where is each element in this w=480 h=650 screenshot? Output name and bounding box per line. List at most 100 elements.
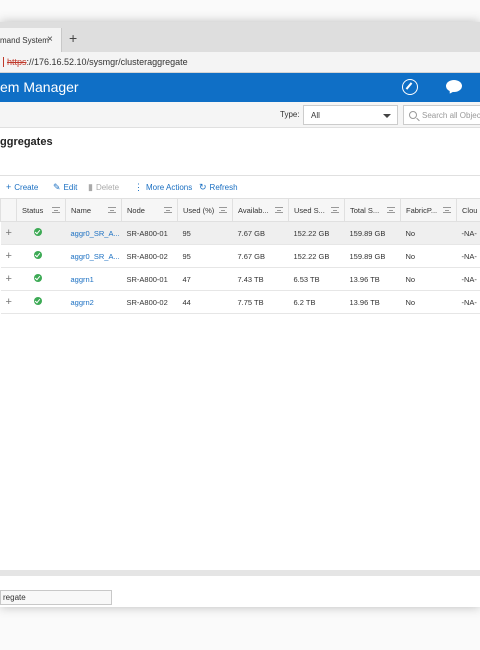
table-row[interactable]: + aggr0_SR_A... SR-A800-02 95 7.67 GB 15… <box>0 244 480 268</box>
node-cell: SR-A800-01 <box>121 267 178 291</box>
browser-tab[interactable]: mand System × <box>0 28 62 52</box>
node-cell: SR-A800-01 <box>121 221 178 245</box>
fabricpool-cell: No <box>400 221 457 245</box>
close-icon[interactable]: × <box>47 34 53 45</box>
used-space-cell: 152.22 GB <box>288 221 345 245</box>
column-header-expand <box>0 198 17 222</box>
column-header-available[interactable]: Availab... <box>232 198 289 222</box>
expand-icon[interactable]: + <box>6 250 12 262</box>
filter-icon[interactable] <box>443 207 451 213</box>
browser-tab-bar: mand System × + <box>0 22 480 52</box>
app-title: em Manager <box>0 79 79 95</box>
used-pct-cell: 44 <box>177 290 233 314</box>
total-space-cell: 13.96 TB <box>344 267 401 291</box>
aggregate-name-link[interactable]: aggr0_SR_A... <box>71 252 120 261</box>
column-header-used-space[interactable]: Used S... <box>288 198 345 222</box>
cloud-cell: -NA- <box>456 267 480 291</box>
caret-down-icon <box>383 114 391 118</box>
edit-icon: ✎ <box>53 182 61 192</box>
search-input[interactable]: Search all Objects <box>403 105 480 125</box>
filter-icon[interactable] <box>331 207 339 213</box>
insecure-icon <box>0 57 4 67</box>
delete-icon: ▮ <box>88 182 93 192</box>
create-label: Create <box>14 183 39 192</box>
refresh-button[interactable]: ↻ Refresh <box>199 182 238 193</box>
fabricpool-cell: No <box>400 290 457 314</box>
available-cell: 7.67 GB <box>232 244 289 268</box>
new-tab-button[interactable]: + <box>69 30 77 46</box>
type-select-value: All <box>311 111 320 120</box>
available-cell: 7.75 TB <box>232 290 289 314</box>
column-header-used-pct[interactable]: Used (%) <box>177 198 233 222</box>
browser-tab-title: mand System <box>0 36 49 45</box>
aggregates-table: Status Name Node Used (%) Availab... Use… <box>0 198 480 314</box>
page-title: ggregates <box>0 136 53 148</box>
delete-button[interactable]: ▮ Delete <box>88 182 119 193</box>
delete-label: Delete <box>95 183 120 192</box>
column-header-total-space[interactable]: Total S... <box>344 198 401 222</box>
more-actions-label: More Actions <box>146 183 193 192</box>
expand-icon[interactable]: + <box>6 273 12 285</box>
fabricpool-cell: No <box>400 267 457 291</box>
column-header-status[interactable]: Status <box>16 198 66 222</box>
expand-icon[interactable]: + <box>6 227 12 239</box>
horizontal-scrollbar[interactable] <box>0 570 480 576</box>
used-space-cell: 6.2 TB <box>288 290 345 314</box>
refresh-icon: ↻ <box>199 182 207 192</box>
column-header-cloud[interactable]: Clou <box>456 198 480 222</box>
filter-icon[interactable] <box>387 207 395 213</box>
url-text: https://176.16.52.10/sysmgr/clusteraggre… <box>7 57 188 67</box>
used-pct-cell: 95 <box>177 244 233 268</box>
status-ok-icon <box>33 274 42 282</box>
app-header: em Manager <box>0 73 480 102</box>
total-space-cell: 159.89 GB <box>344 244 401 268</box>
used-pct-cell: 47 <box>177 267 233 291</box>
aggregate-name-link[interactable]: aggrn1 <box>71 275 94 284</box>
search-placeholder: Search all Objects <box>422 111 480 120</box>
table-row[interactable]: + aggr0_SR_A... SR-A800-01 95 7.67 GB 15… <box>0 221 480 245</box>
url-scheme: https <box>7 57 27 67</box>
status-ok-icon <box>33 251 42 259</box>
expand-icon[interactable]: + <box>6 296 12 308</box>
more-actions-button[interactable]: ⋮ More Actions <box>134 182 192 193</box>
search-icon <box>409 111 417 119</box>
filter-icon[interactable] <box>164 207 172 213</box>
type-select[interactable]: All <box>303 105 398 125</box>
compass-icon[interactable] <box>402 79 418 95</box>
toolbar: + Create ✎ Edit ▮ Delete ⋮ More Actions ↻ Ref… <box>0 175 480 198</box>
browser-window: mand System × + https://176.16.52.10/sys… <box>0 22 480 607</box>
total-space-cell: 159.89 GB <box>344 221 401 245</box>
used-space-cell: 152.22 GB <box>288 244 345 268</box>
filter-bar: Type: All Search all Objects <box>0 102 480 128</box>
chat-icon[interactable] <box>446 80 462 92</box>
available-cell: 7.43 TB <box>232 267 289 291</box>
more-actions-icon: ⋮ <box>134 182 143 192</box>
used-pct-cell: 95 <box>177 221 233 245</box>
table-row[interactable]: + aggrn1 SR-A800-01 47 7.43 TB 6.53 TB 1… <box>0 267 480 291</box>
address-bar[interactable]: https://176.16.52.10/sysmgr/clusteraggre… <box>0 52 480 73</box>
node-cell: SR-A800-02 <box>121 290 178 314</box>
aggregate-name-link[interactable]: aggr0_SR_A... <box>71 229 120 238</box>
create-button[interactable]: + Create <box>6 182 38 192</box>
refresh-label: Refresh <box>209 183 238 192</box>
filter-icon[interactable] <box>219 207 227 213</box>
used-space-cell: 6.53 TB <box>288 267 345 291</box>
table-header-row: Status Name Node Used (%) Availab... Use… <box>0 198 480 222</box>
column-header-fabricpool[interactable]: FabricP... <box>400 198 457 222</box>
available-cell: 7.67 GB <box>232 221 289 245</box>
filter-icon[interactable] <box>108 207 116 213</box>
cloud-cell: -NA- <box>456 221 480 245</box>
node-cell: SR-A800-02 <box>121 244 178 268</box>
cloud-cell: -NA- <box>456 290 480 314</box>
aggregate-name-link[interactable]: aggrn2 <box>71 298 94 307</box>
status-url-tooltip: regate <box>0 590 112 605</box>
column-header-node[interactable]: Node <box>121 198 178 222</box>
filter-icon[interactable] <box>275 207 283 213</box>
filter-icon[interactable] <box>52 207 60 213</box>
column-header-name[interactable]: Name <box>65 198 122 222</box>
total-space-cell: 13.96 TB <box>344 290 401 314</box>
edit-button[interactable]: ✎ Edit <box>53 182 77 193</box>
fabricpool-cell: No <box>400 244 457 268</box>
table-row[interactable]: + aggrn2 SR-A800-02 44 7.75 TB 6.2 TB 13… <box>0 290 480 314</box>
type-label: Type: <box>280 110 300 119</box>
